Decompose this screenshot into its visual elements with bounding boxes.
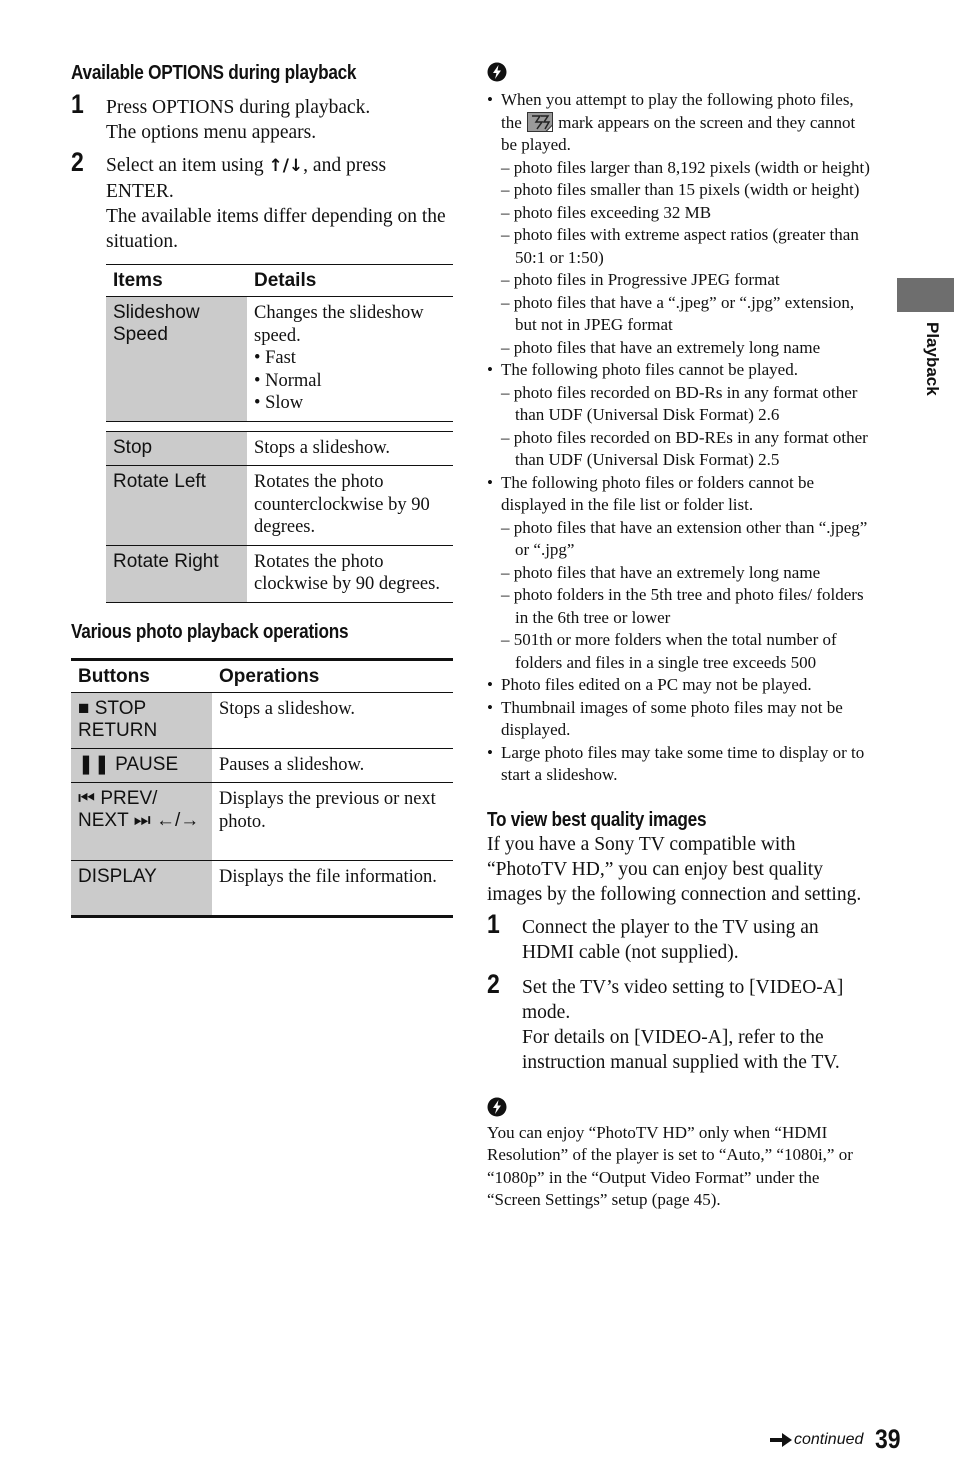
sub-item: – photo files that have an extremely lon…: [501, 337, 821, 357]
list-item: • The following photo files or folders c…: [487, 472, 872, 675]
item-cell: Stop: [106, 431, 247, 466]
options-heading: Available OPTIONS during playback: [71, 62, 357, 84]
ops-heading: Various photo playback operations: [71, 620, 349, 643]
sub-item: – photo files recorded on BD-REs in any …: [501, 427, 868, 470]
best-quality-heading: To view best quality images: [487, 808, 707, 831]
step-2: 2 Select an item using ↑/↓, and press EN…: [71, 147, 453, 254]
list-item: • Photo files edited on a PC may not be p…: [487, 675, 812, 694]
details-cell: Rotates the photo clockwise by 90 degree…: [254, 551, 440, 595]
best-step-2: 2 Set the TV’s video setting to [VIDEO-A…: [487, 968, 872, 1075]
sub-item: – photo files that have an extension oth…: [501, 517, 868, 560]
hint-icon: [487, 62, 507, 82]
table-row: Slideshow Speed Changes the slideshow sp…: [106, 296, 453, 422]
list-item: • Large photo files may take some time to…: [487, 742, 865, 785]
sub-item: – photo files that have a “.jpeg” or “.j…: [501, 292, 855, 335]
details-text: Changes the slideshow speed.: [254, 303, 424, 346]
section-tab-label: Playback: [923, 322, 942, 396]
option-slow: • Slow: [254, 393, 304, 413]
table-row: ■ STOP RETURN Stops a slideshow.: [71, 692, 453, 748]
item-cell: Slideshow Speed: [106, 296, 247, 421]
table-row: Rotate Right Rotates the photo clockwise…: [106, 545, 453, 602]
page-footer: continued 39: [770, 1424, 905, 1455]
step-text: The options menu appears.: [106, 122, 317, 143]
list-item: • When you attempt to play the following…: [487, 89, 872, 359]
page-number: 39: [875, 1424, 901, 1454]
sub-item: – 501th or more folders when the total n…: [501, 630, 837, 672]
list-item: • The following photo files cannot be pl…: [487, 359, 872, 472]
step-text: For details on [VIDEO-A], refer to the i…: [522, 1026, 840, 1073]
step-1: 1 Press OPTIONS during playback. The opt…: [71, 89, 453, 145]
best-quality-intro: If you have a Sony TV compatible with “P…: [487, 833, 862, 905]
header-details: Details: [254, 270, 317, 291]
continued-label: continued: [794, 1430, 864, 1448]
sub-item: – photo folders in the 5th tree and phot…: [501, 585, 864, 627]
button-cell: ❚❚ PAUSE: [71, 748, 212, 783]
step-text: Press OPTIONS during playback.: [106, 97, 371, 118]
step-number: 2: [71, 147, 84, 177]
step-text: Set the TV’s video setting to [VIDEO-A] …: [522, 976, 844, 1023]
step-text-prefix: Select an item using: [106, 155, 269, 176]
sub-item: – photo files larger than 8,192 pixels (…: [501, 157, 870, 177]
table-row: ❚❚ PAUSE Pauses a slideshow.: [71, 748, 453, 783]
sub-item: – photo files recorded on BD-Rs in any f…: [501, 382, 858, 425]
sub-item: – photo files that have an extremely lon…: [501, 562, 821, 582]
details-cell: Changes the slideshow speed. • Fast • No…: [247, 297, 453, 422]
button-cell: ⏮ PREV/ NEXT ⏭ ←/→: [71, 782, 212, 861]
details-cell: Stops a slideshow.: [254, 437, 391, 458]
header-buttons: Buttons: [78, 665, 150, 687]
table-row: DISPLAY Displays the file information.: [71, 860, 453, 917]
notes-list: • When you attempt to play the following…: [487, 89, 872, 787]
table-header-row: Buttons Operations: [71, 659, 453, 692]
right-column: • When you attempt to play the following…: [487, 62, 872, 1212]
details-cell: Rotates the photo counterclockwise by 90…: [254, 472, 430, 537]
table-row: Stop Stops a slideshow.: [106, 431, 453, 466]
step-number: 1: [71, 89, 84, 119]
item-cell: Rotate Left: [106, 465, 247, 545]
step-number: 1: [487, 908, 500, 939]
item-cell: Rotate Right: [106, 545, 247, 602]
header-items: Items: [113, 270, 163, 291]
sub-item: – photo files smaller than 15 pixels (wi…: [501, 180, 860, 199]
unplayable-mark-icon: [527, 111, 554, 132]
button-cell: ■ STOP RETURN: [71, 692, 212, 748]
table-row: ⏮ PREV/ NEXT ⏭ ←/→ Displays the previous…: [71, 782, 453, 861]
table-gap: [106, 421, 453, 432]
photo-tv-note: You can enjoy “PhotoTV HD” only when “HD…: [487, 1122, 853, 1210]
button-cell: DISPLAY: [71, 860, 212, 917]
best-step-1: 1 Connect the player to the TV using an …: [487, 908, 872, 965]
sub-item: – photo files in Progressive JPEG format: [501, 270, 780, 289]
header-operations: Operations: [219, 665, 320, 687]
option-normal: • Normal: [254, 370, 322, 391]
section-tab-marker: [897, 278, 954, 312]
list-item: • Thumbnail images of some photo files ma…: [487, 697, 843, 740]
step-text: Select an item using ↑/↓, and press ENTE…: [106, 153, 453, 204]
operation-cell: Displays the previous or next photo.: [219, 789, 436, 832]
sub-list: – photo files larger than 8,192 pixels (…: [487, 157, 872, 360]
sub-list: – photo files that have an extension oth…: [487, 517, 872, 675]
playback-operations-table: Buttons Operations ■ STOP RETURN Stops a…: [71, 658, 453, 919]
options-items-table: Items Details Slideshow Speed Changes th…: [106, 264, 453, 603]
table-row: Rotate Left Rotates the photo counterclo…: [106, 465, 453, 545]
table-header-row: Items Details: [106, 264, 453, 297]
sub-item: – photo files exceeding 32 MB: [501, 202, 712, 222]
hint-icon: [487, 1097, 507, 1116]
operation-cell: Pauses a slideshow.: [219, 754, 365, 775]
left-column: Available OPTIONS during playback 1 Pres…: [71, 62, 453, 918]
arrow-right-icon: [770, 1432, 792, 1447]
step-text: Connect the player to the TV using an HD…: [522, 916, 819, 963]
step-number: 2: [487, 968, 500, 999]
operation-cell: Stops a slideshow.: [219, 698, 356, 719]
option-fast: • Fast: [254, 348, 296, 368]
sub-item: – photo files with extreme aspect ratios…: [501, 225, 859, 267]
up-down-arrow-icon: ↑/↓: [268, 156, 304, 176]
operation-cell: Displays the file information.: [219, 867, 437, 887]
sub-list: – photo files recorded on BD-Rs in any f…: [487, 382, 872, 472]
step-text: The available items differ depending on …: [106, 206, 446, 252]
